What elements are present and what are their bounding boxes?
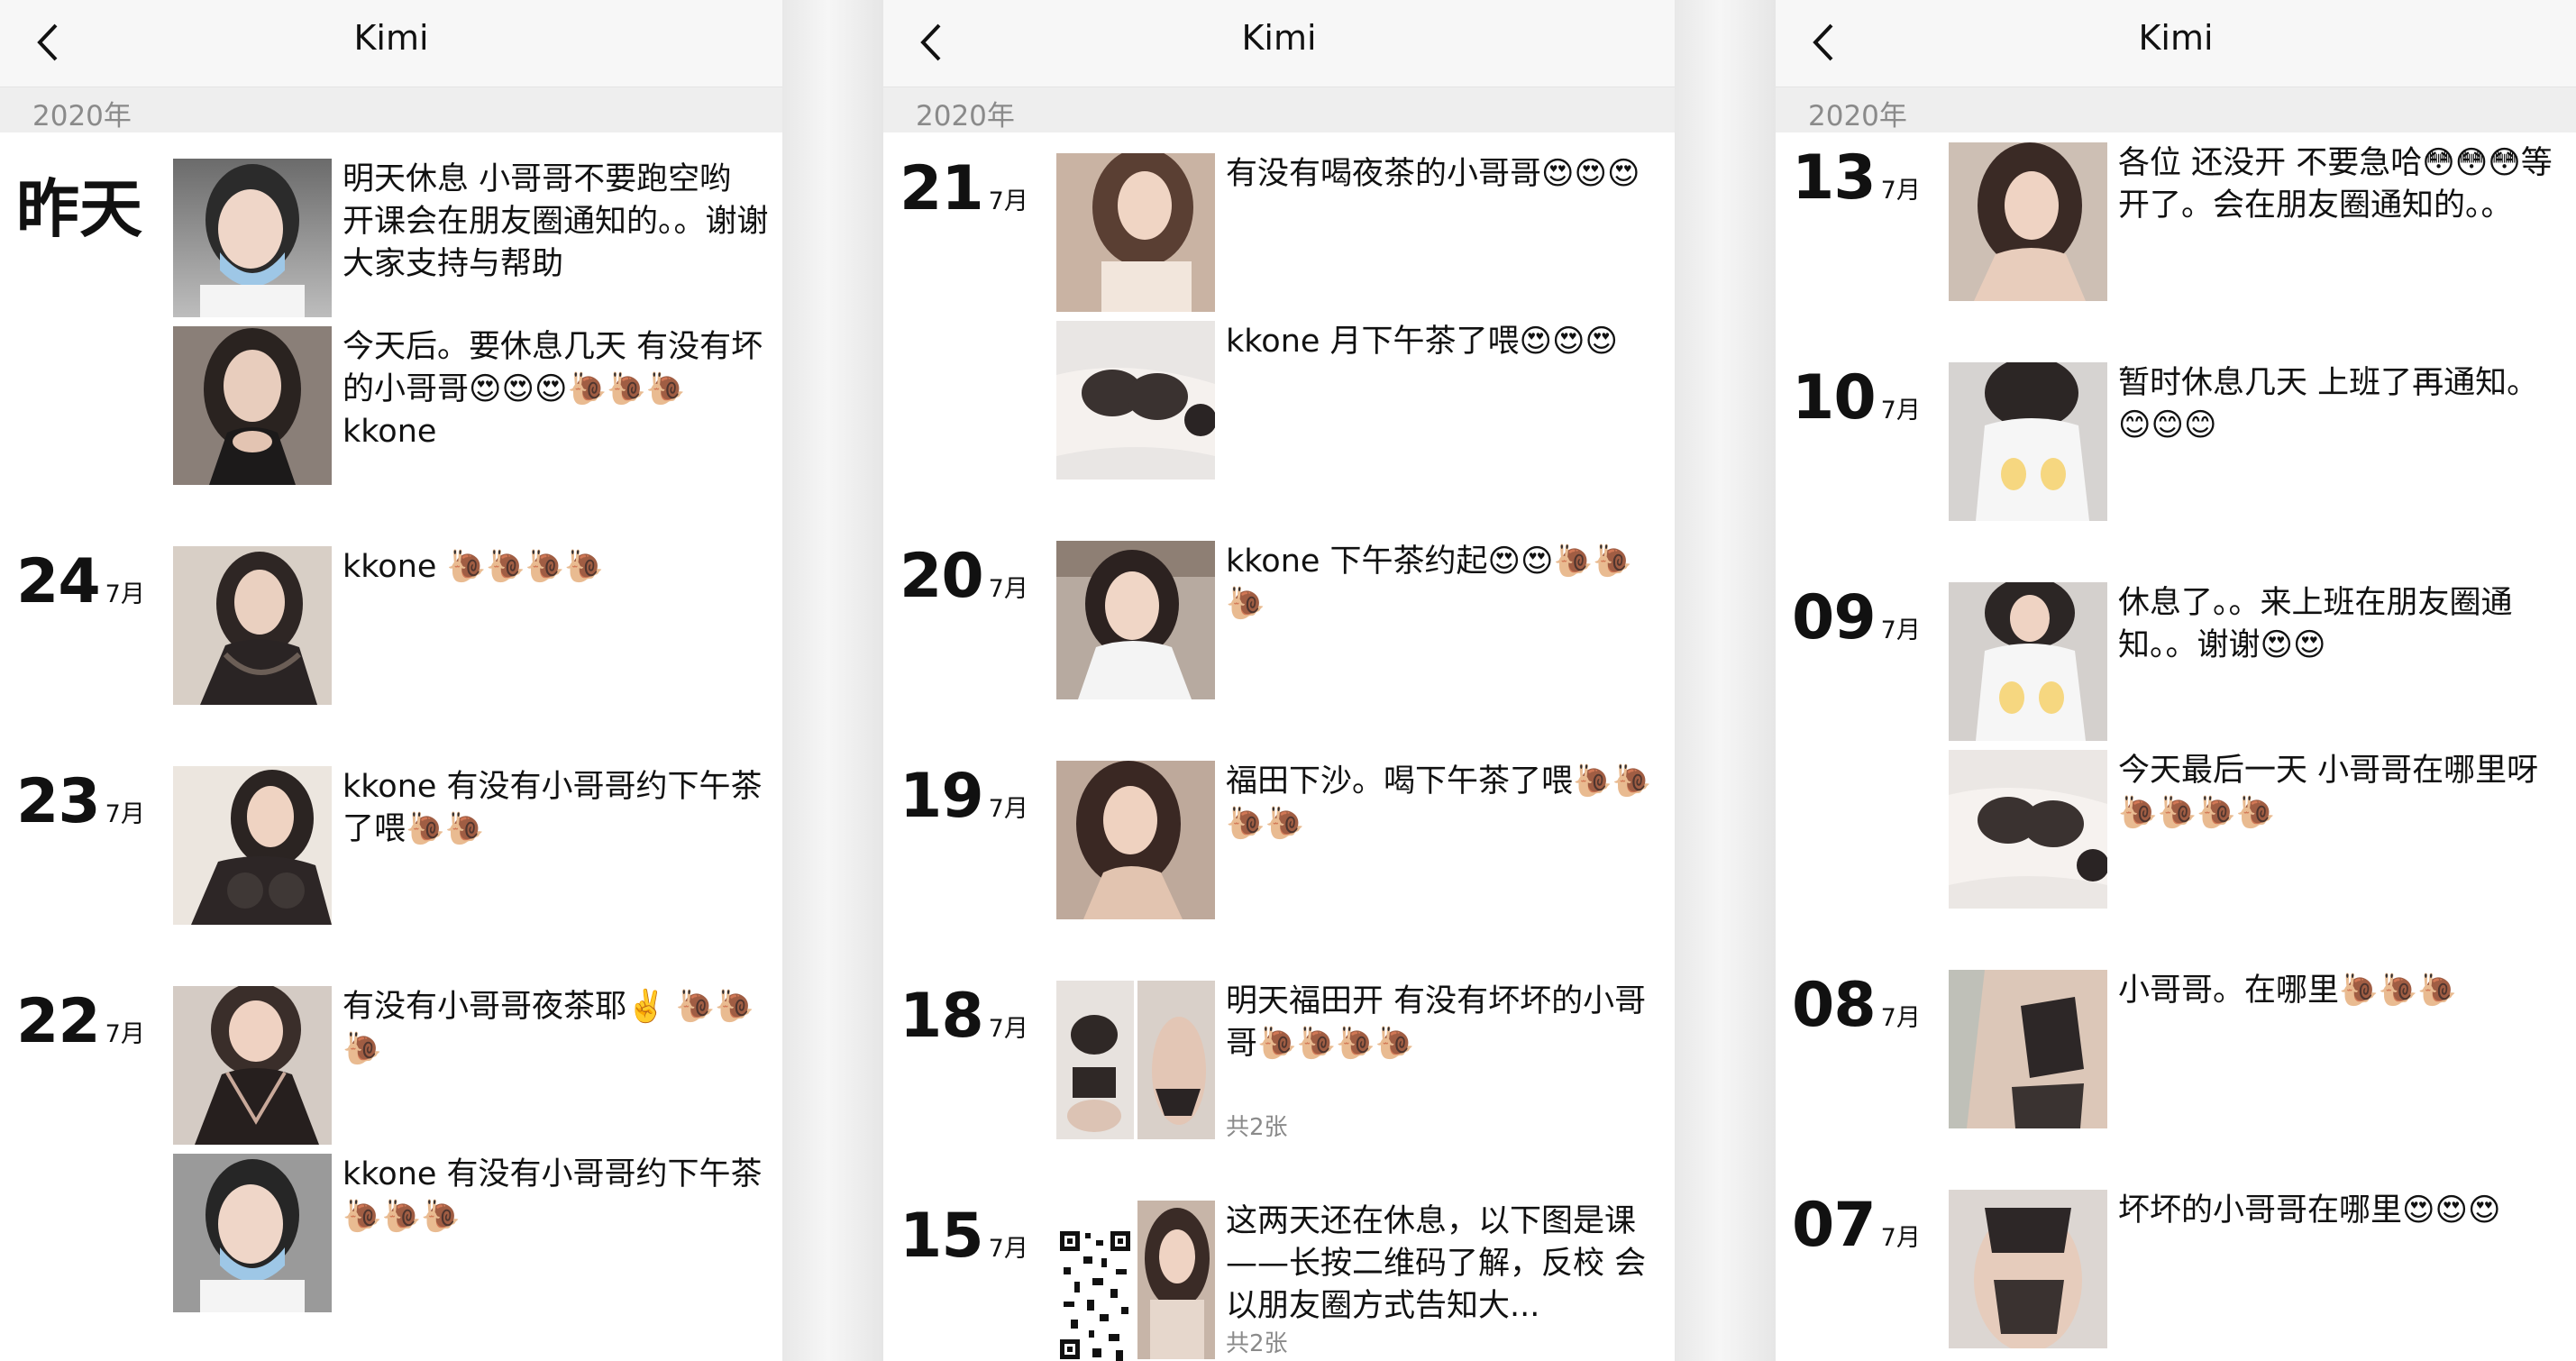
year-label: 2020年 bbox=[32, 100, 132, 132]
photo-thumbnail bbox=[1137, 981, 1215, 1139]
photo-thumbnail bbox=[1056, 981, 1134, 1139]
moment-post[interactable]: kkone 月下午茶了喂😍😍😍 bbox=[883, 321, 1675, 480]
moment-post[interactable]: 各位 还没开 不要急哈😳😳😳等开了。会在朋友圈通知的。。 bbox=[1776, 142, 2576, 301]
year-label: 2020年 bbox=[1808, 100, 1907, 132]
post-text: kkone 下午茶约起😍😍🐌🐌🐌 bbox=[1226, 543, 1632, 622]
photo-thumbnail bbox=[173, 326, 332, 485]
photo-thumbnail bbox=[1949, 970, 2107, 1128]
photo-thumbnail bbox=[1949, 750, 2107, 909]
moment-post[interactable]: 暂时休息几天 上班了再通知。 😊😊😊 bbox=[1776, 362, 2576, 521]
photo-thumbnail bbox=[1949, 142, 2107, 301]
photo-thumbnail bbox=[173, 766, 332, 925]
moment-post[interactable]: kkone 下午茶约起😍😍🐌🐌🐌 bbox=[883, 541, 1675, 699]
panel-separator bbox=[782, 0, 883, 1361]
post-text: 小哥哥。在哪里🐌🐌🐌 bbox=[2118, 973, 2457, 1009]
post-text: 坏坏的小哥哥在哪里😍😍😍 bbox=[2118, 1192, 2501, 1229]
photo-thumbnail bbox=[173, 986, 332, 1145]
page-title: Kimi bbox=[2138, 18, 2214, 58]
moment-post[interactable]: 明天福田开 有没有坏坏的小哥哥🐌🐌🐌🐌 共2张 bbox=[883, 981, 1675, 1141]
nav-bar: Kimi bbox=[883, 0, 1675, 87]
year-divider: 2020年 bbox=[1776, 87, 2576, 132]
photo-count: 共2张 bbox=[1226, 1114, 1288, 1141]
post-text: 各位 还没开 不要急哈😳😳😳等开了。会在朋友圈通知的。。 bbox=[2118, 145, 2553, 224]
photo-thumbnail bbox=[173, 1154, 332, 1312]
post-text: kkone 有没有小哥哥约下午茶🐌🐌🐌 bbox=[343, 1156, 763, 1235]
moment-post[interactable]: kkone 有没有小哥哥约下午茶🐌🐌🐌 bbox=[0, 1154, 782, 1312]
moment-post[interactable]: 有没有小哥哥夜茶耶✌️ 🐌🐌🐌 bbox=[0, 986, 782, 1145]
post-text: kkone 月下午茶了喂😍😍😍 bbox=[1226, 324, 1619, 360]
moment-post[interactable]: 今天最后一天 小哥哥在哪里呀🐌🐌🐌🐌 bbox=[1776, 750, 2576, 909]
moment-post[interactable]: 福田下沙。喝下午茶了喂🐌🐌🐌🐌 bbox=[883, 761, 1675, 919]
moment-post[interactable]: 休息了。。来上班在朋友圈通知。。谢谢😍😍 bbox=[1776, 582, 2576, 741]
moments-panel-3: Kimi 2020年 13 7月 各位 还没开 不要急哈😳😳😳等开了。会在朋友圈通… bbox=[1776, 0, 2576, 1361]
photo-thumbnail bbox=[1056, 321, 1215, 480]
nav-bar: Kimi bbox=[1776, 0, 2576, 87]
nav-bar: Kimi bbox=[0, 0, 782, 87]
moment-post[interactable]: 这两天还在休息，以下图是课——长按二维码了解，反校 会以朋友圈方式告知大... … bbox=[883, 1201, 1675, 1361]
screenshot-collage: Kimi 2020年 昨天 明天休息 小哥哥不要跑空哟 开课会在朋友圈通知的。。… bbox=[0, 0, 2576, 1361]
moments-panel-2: Kimi 2020年 21 7月 有没有喝夜茶的小哥哥😍😍😍 kkone 月下午茶… bbox=[883, 0, 1675, 1361]
moment-post[interactable]: 今天后。要休息几天 有没有坏的小哥哥😍😍😍🐌🐌🐌kkone bbox=[0, 326, 782, 485]
photo-thumbnail bbox=[1137, 1201, 1215, 1359]
panel-separator bbox=[1675, 0, 1776, 1361]
post-text: 明天休息 小哥哥不要跑空哟 开课会在朋友圈通知的。。谢谢大家支持与帮助 bbox=[343, 161, 769, 282]
year-label: 2020年 bbox=[916, 100, 1015, 132]
year-divider: 2020年 bbox=[0, 87, 782, 132]
post-text: 今天最后一天 小哥哥在哪里呀🐌🐌🐌🐌 bbox=[2118, 753, 2539, 831]
photo-thumbnail bbox=[1056, 541, 1215, 699]
post-text: kkone 🐌🐌🐌🐌 bbox=[343, 549, 604, 585]
photo-thumbnail bbox=[173, 159, 332, 317]
photo-thumbnail bbox=[1949, 362, 2107, 521]
photo-count: 共2张 bbox=[1226, 1330, 1288, 1357]
post-text: 有没有小哥哥夜茶耶✌️ 🐌🐌🐌 bbox=[343, 989, 754, 1067]
moment-post[interactable]: kkone 有没有小哥哥约下午茶了喂🐌🐌 bbox=[0, 766, 782, 925]
photo-thumbnail bbox=[1949, 1190, 2107, 1348]
photo-thumbnail bbox=[1949, 582, 2107, 741]
post-text: 明天福田开 有没有坏坏的小哥哥🐌🐌🐌🐌 bbox=[1226, 983, 1647, 1062]
moments-panel-1: Kimi 2020年 昨天 明天休息 小哥哥不要跑空哟 开课会在朋友圈通知的。。… bbox=[0, 0, 782, 1361]
page-title: Kimi bbox=[1241, 18, 1317, 58]
moment-post[interactable]: 明天休息 小哥哥不要跑空哟 开课会在朋友圈通知的。。谢谢大家支持与帮助 bbox=[0, 159, 782, 317]
post-text: 休息了。。来上班在朋友圈通知。。谢谢😍😍 bbox=[2118, 585, 2513, 663]
page-title: Kimi bbox=[353, 18, 429, 58]
year-divider: 2020年 bbox=[883, 87, 1675, 132]
moment-post[interactable]: 有没有喝夜茶的小哥哥😍😍😍 bbox=[883, 153, 1675, 312]
qr-code-icon bbox=[1056, 1213, 1136, 1361]
moment-post[interactable]: kkone 🐌🐌🐌🐌 bbox=[0, 546, 782, 705]
post-text: 这两天还在休息，以下图是课——长按二维码了解，反校 会以朋友圈方式告知大... bbox=[1226, 1203, 1647, 1324]
post-text: 有没有喝夜茶的小哥哥😍😍😍 bbox=[1226, 156, 1640, 192]
post-text: 福田下沙。喝下午茶了喂🐌🐌🐌🐌 bbox=[1226, 763, 1652, 842]
post-text: kkone 有没有小哥哥约下午茶了喂🐌🐌 bbox=[343, 769, 763, 847]
moment-post[interactable]: 坏坏的小哥哥在哪里😍😍😍 bbox=[1776, 1190, 2576, 1348]
moment-post[interactable]: 小哥哥。在哪里🐌🐌🐌 bbox=[1776, 970, 2576, 1128]
photo-thumbnail bbox=[1056, 761, 1215, 919]
photo-thumbnail bbox=[173, 546, 332, 705]
post-text: 暂时休息几天 上班了再通知。 😊😊😊 bbox=[2118, 365, 2539, 443]
post-text: 今天后。要休息几天 有没有坏的小哥哥😍😍😍🐌🐌🐌kkone bbox=[343, 329, 763, 450]
photo-thumbnail bbox=[1056, 153, 1215, 312]
